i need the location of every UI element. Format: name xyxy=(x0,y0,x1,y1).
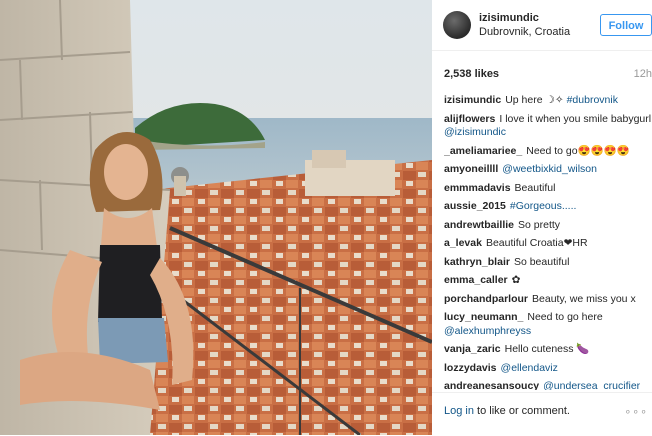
comment-username[interactable]: _ameliamariee_ xyxy=(444,145,522,157)
post-header: izisimundic Dubrovnik, Croatia Follow xyxy=(432,0,652,51)
comment-text: I love it when you smile babygurl xyxy=(499,112,652,125)
comment-item: andrewtbaillie So pretty xyxy=(444,219,652,233)
post-photo-illustration xyxy=(0,0,432,435)
comment-list[interactable]: izisimundic Up here ☽✧ #dubrovnik alijflo… xyxy=(444,94,652,390)
comment-item: vanja_zaric Hello cuteness 🍆 xyxy=(444,343,652,357)
login-link[interactable]: Log in xyxy=(444,405,474,417)
comment-username[interactable]: kathryn_blair xyxy=(444,256,510,268)
post-sidebar: izisimundic Dubrovnik, Croatia Follow 2,… xyxy=(432,0,652,435)
comment-item: emma_caller ✿ xyxy=(444,274,652,288)
comment-username[interactable]: izisimundic xyxy=(444,94,501,106)
comment-tag[interactable]: @alexhumphreyss xyxy=(444,325,531,337)
comment-tag[interactable]: #dubrovnik xyxy=(567,94,618,106)
comment-text: So beautiful xyxy=(513,255,570,268)
likes-count[interactable]: 2,538 likes xyxy=(444,68,499,80)
avatar[interactable] xyxy=(443,11,471,39)
comment-item: emmmadavis Beautiful xyxy=(444,182,652,196)
login-prompt-text: to like or comment. xyxy=(473,405,570,417)
comment-text: Up here ☽✧ xyxy=(505,94,567,106)
comment-item: lucy_neumann_ Need to go here @alexhumphr… xyxy=(444,311,652,338)
comment-username[interactable]: amyoneillll xyxy=(444,163,498,175)
comment-item: a_levak Beautiful Croatia❤HR xyxy=(444,237,652,251)
comment-item: _ameliamariee_ Need to go😍😍😍😍 xyxy=(444,145,652,159)
comment-item: andreanesansoucy @undersea_crucifier xyxy=(444,380,652,390)
comment-text: Hello cuteness 🍆 xyxy=(504,343,590,355)
comment-username[interactable]: aussie_2015 xyxy=(444,200,506,212)
comment-username[interactable]: vanja_zaric xyxy=(444,343,501,355)
comment-text: Need to go here xyxy=(527,311,603,323)
comment-item: kathryn_blair So beautiful xyxy=(444,256,652,270)
comment-text: Need to go😍😍😍😍 xyxy=(526,144,630,157)
login-prompt: Log in to like or comment. xyxy=(444,405,570,417)
comment-tag[interactable]: @ellendaviz xyxy=(501,362,558,374)
post-location[interactable]: Dubrovnik, Croatia xyxy=(479,26,570,38)
more-options-icon[interactable]: ∘∘∘ xyxy=(624,405,648,418)
post-time[interactable]: 12h xyxy=(634,68,652,80)
comment-text: Beautiful Croatia❤HR xyxy=(485,237,588,249)
comment-username[interactable]: andrewtbaillie xyxy=(444,219,514,231)
comment-item: porchandparlour Beauty, we miss you x xyxy=(444,293,652,307)
comment-item: aussie_2015 #Gorgeous..... xyxy=(444,200,652,214)
comment-text: Beautiful xyxy=(514,181,556,194)
comment-item: lozzydavis @ellendaviz xyxy=(444,362,652,376)
post-username[interactable]: izisimundic xyxy=(479,12,539,24)
comment-username[interactable]: porchandparlour xyxy=(444,293,528,305)
comment-item: alijflowers I love it when you smile baby… xyxy=(444,113,652,140)
comment-username[interactable]: lozzydavis xyxy=(444,362,497,374)
comment-tag[interactable]: @izisimundic xyxy=(444,126,506,138)
comment-text: ✿ xyxy=(511,274,521,286)
comment-tag[interactable]: @undersea_crucifier xyxy=(543,380,640,390)
post-footer: Log in to like or comment. ∘∘∘ xyxy=(432,392,652,436)
comment-item: amyoneillll @weetbixkid_wilson xyxy=(444,163,652,177)
comment-item: izisimundic Up here ☽✧ #dubrovnik xyxy=(444,94,652,108)
follow-button[interactable]: Follow xyxy=(600,14,652,36)
comment-tag[interactable]: @weetbixkid_wilson xyxy=(502,163,597,175)
comment-text: Beauty, we miss you x xyxy=(532,292,636,305)
comment-username[interactable]: alijflowers xyxy=(444,113,495,125)
comment-username[interactable]: a_levak xyxy=(444,237,482,249)
comment-text: So pretty xyxy=(518,218,561,231)
comment-username[interactable]: emma_caller xyxy=(444,274,508,286)
post-photo[interactable] xyxy=(0,0,432,435)
comment-username[interactable]: emmmadavis xyxy=(444,182,511,194)
comment-username[interactable]: lucy_neumann_ xyxy=(444,311,523,323)
comment-tag[interactable]: #Gorgeous..... xyxy=(510,200,577,212)
post-stats: 2,538 likes 12h xyxy=(444,68,652,80)
comment-username[interactable]: andreanesansoucy xyxy=(444,380,539,390)
